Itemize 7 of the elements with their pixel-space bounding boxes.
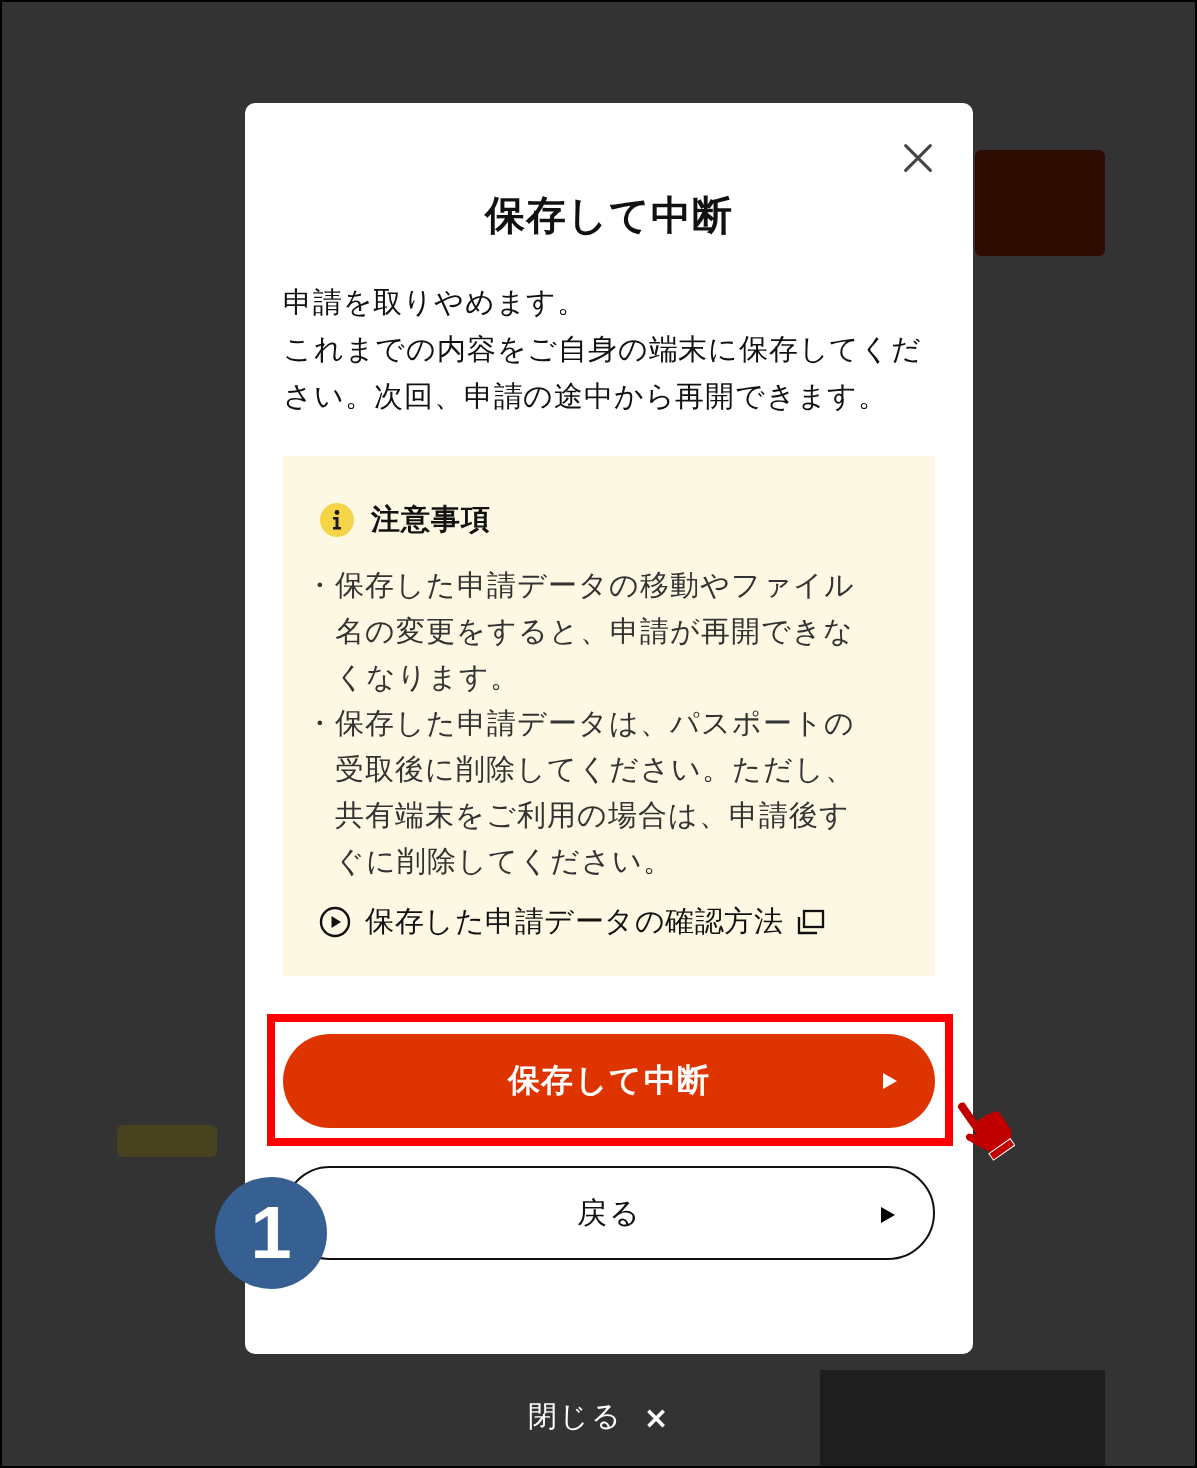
dialog-title: 保存して中断 [483,191,734,239]
step-number-overlay: 1 [215,1177,327,1289]
notice-item: ・保存した申請データは、パスポートの受取後に削除してください。ただし、共有端末をご利用の場合は、申請後すぐに削除してください。 [305,705,857,880]
notice-heading: 注意事項 [371,501,491,538]
notice-item: ・保存した申請データの移動やファイル名の変更をすると、申請が再開できなくなります。 [305,567,856,696]
description-text: 申請を取りやめます。 [283,284,588,321]
description-text: これまでの内容をご自身の端末に保存してください。次回、申請の途中から再開できます。 [283,331,923,415]
